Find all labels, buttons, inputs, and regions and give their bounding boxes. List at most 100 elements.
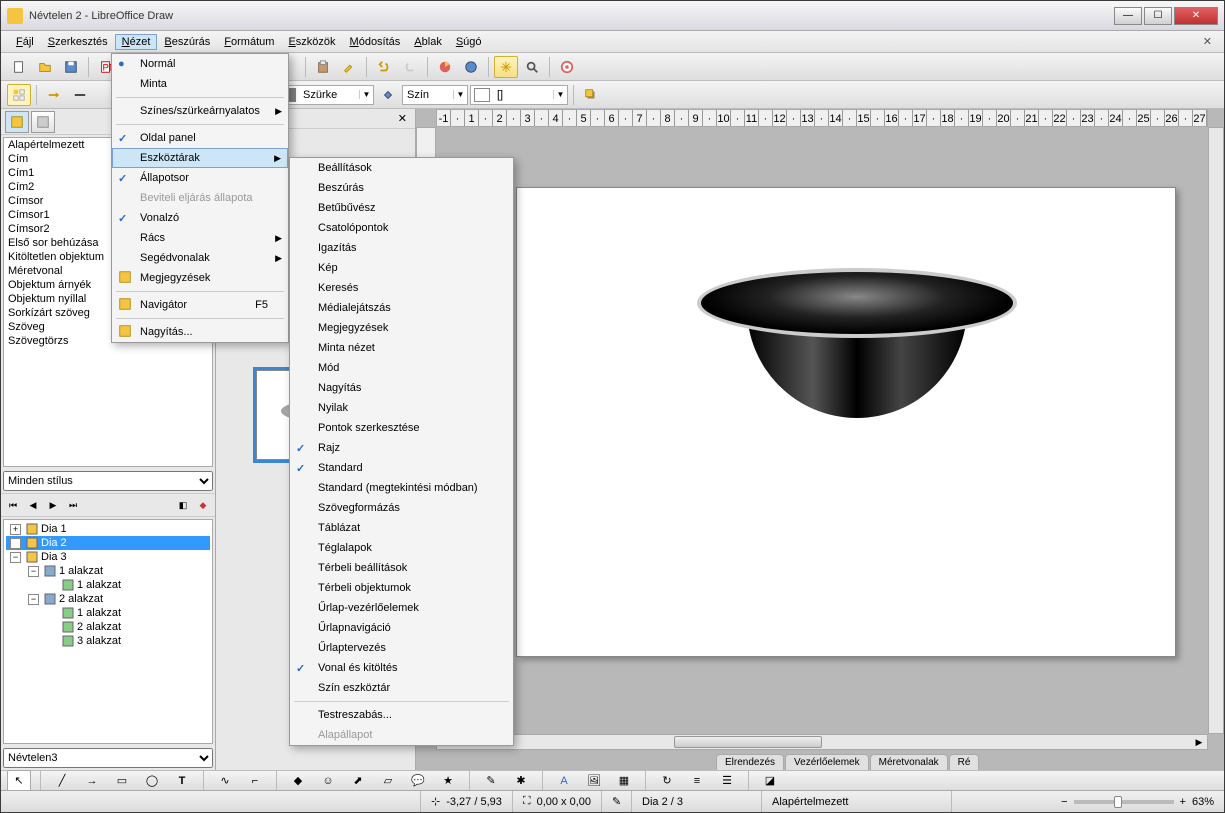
gluepoints-tool[interactable]: ✱: [509, 770, 533, 792]
menu-ablak[interactable]: Ablak: [407, 34, 449, 50]
nav-next-icon[interactable]: ▶: [45, 497, 61, 513]
slides-panel-close-icon[interactable]: ✕: [394, 112, 411, 125]
tree-node[interactable]: −1 alakzat: [6, 564, 210, 578]
zoom-out-icon[interactable]: −: [1061, 796, 1067, 808]
nav-first-icon[interactable]: ⏮: [5, 497, 21, 513]
submenu-item[interactable]: Megjegyzések: [290, 318, 513, 338]
gallery-tool[interactable]: ▦: [612, 770, 636, 792]
expand-icon[interactable]: −: [10, 538, 21, 549]
extrusion-tool[interactable]: ◪: [758, 770, 782, 792]
line-color-select[interactable]: Szürke ▼: [276, 85, 374, 105]
nav-drag-icon[interactable]: ◧: [175, 497, 191, 513]
layer-tab[interactable]: Elrendezés: [716, 754, 784, 770]
submenu-item[interactable]: Szövegformázás: [290, 498, 513, 518]
submenu-item[interactable]: Médialejátszás: [290, 298, 513, 318]
block-arrows-tool[interactable]: ⬈: [346, 770, 370, 792]
submenu-item[interactable]: Beállítások: [290, 158, 513, 178]
menu-item[interactable]: Nagyítás...: [112, 322, 288, 342]
tree-node[interactable]: 1 alakzat: [6, 606, 210, 620]
curve-tool[interactable]: ∿: [213, 770, 237, 792]
undo-button[interactable]: [372, 56, 396, 78]
basic-shapes-tool[interactable]: ◆: [286, 770, 310, 792]
stars-tool[interactable]: ★: [436, 770, 460, 792]
help-button[interactable]: [555, 56, 579, 78]
rectangle-tool[interactable]: ▭: [110, 770, 134, 792]
menu-szerkesztés[interactable]: Szerkesztés: [41, 34, 115, 50]
style-filter-select[interactable]: Minden stílus: [3, 471, 213, 491]
menu-item[interactable]: ✓Állapotsor: [112, 168, 288, 188]
submenu-item[interactable]: Téglalapok: [290, 538, 513, 558]
menu-beszúrás[interactable]: Beszúrás: [157, 34, 217, 50]
line-tool[interactable]: ╱: [50, 770, 74, 792]
submenu-item[interactable]: Nagyítás: [290, 378, 513, 398]
menu-item[interactable]: Minta: [112, 74, 288, 94]
submenu-item[interactable]: Testreszabás...: [290, 705, 513, 725]
submenu-item[interactable]: Térbeli beállítások: [290, 558, 513, 578]
align-tool[interactable]: ≡: [685, 770, 709, 792]
submenu-item[interactable]: Minta nézet: [290, 338, 513, 358]
shadow-button[interactable]: [579, 84, 603, 106]
expand-icon[interactable]: +: [10, 524, 21, 535]
submenu-item[interactable]: Szín eszköztár: [290, 678, 513, 698]
expand-icon[interactable]: −: [28, 566, 39, 577]
open-button[interactable]: [33, 56, 57, 78]
menu-item[interactable]: NavigátorF5: [112, 295, 288, 315]
format-paintbrush-button[interactable]: [337, 56, 361, 78]
tree-node[interactable]: −2 alakzat: [6, 592, 210, 606]
submenu-item[interactable]: Mód: [290, 358, 513, 378]
submenu-item[interactable]: Kép: [290, 258, 513, 278]
gallery-tab[interactable]: [31, 111, 55, 133]
maximize-button[interactable]: ☐: [1144, 7, 1172, 25]
menubar-close-icon[interactable]: ✕: [1199, 35, 1216, 48]
points-tool[interactable]: ✎: [479, 770, 503, 792]
zoom-slider[interactable]: [1074, 800, 1174, 804]
menu-fájl[interactable]: Fájl: [9, 34, 41, 50]
submenu-item[interactable]: Igazítás: [290, 238, 513, 258]
submenu-item[interactable]: ✓Standard: [290, 458, 513, 478]
submenu-item[interactable]: ✓Vonal és kitöltés: [290, 658, 513, 678]
submenu-item[interactable]: Betűbűvész: [290, 198, 513, 218]
menu-item[interactable]: Megjegyzések: [112, 268, 288, 288]
submenu-item[interactable]: Űrlapnavigáció: [290, 618, 513, 638]
submenu-item[interactable]: Beszúrás: [290, 178, 513, 198]
menu-formátum[interactable]: Formátum: [217, 34, 281, 50]
menu-módosítás[interactable]: Módosítás: [343, 34, 408, 50]
flowchart-tool[interactable]: ▱: [376, 770, 400, 792]
nav-last-icon[interactable]: ⏭: [65, 497, 81, 513]
tree-node[interactable]: −Dia 3: [6, 550, 210, 564]
submenu-item[interactable]: Keresés: [290, 278, 513, 298]
submenu-item[interactable]: Űrlaptervezés: [290, 638, 513, 658]
symbol-shapes-tool[interactable]: ☺: [316, 770, 340, 792]
menu-item[interactable]: ✓Oldal panel: [112, 128, 288, 148]
tree-node[interactable]: 1 alakzat: [6, 578, 210, 592]
ellipse-tool[interactable]: ◯: [140, 770, 164, 792]
submenu-item[interactable]: Nyilak: [290, 398, 513, 418]
submenu-item[interactable]: Űrlap-vezérlőelemek: [290, 598, 513, 618]
save-button[interactable]: [59, 56, 83, 78]
submenu-item[interactable]: Táblázat: [290, 518, 513, 538]
fill-color-select[interactable]: [] ▼: [470, 85, 568, 105]
layer-tab[interactable]: Ré: [949, 754, 980, 770]
layout-button[interactable]: [7, 84, 31, 106]
tree-node[interactable]: 3 alakzat: [6, 634, 210, 648]
submenu-item[interactable]: Térbeli objektumok: [290, 578, 513, 598]
horizontal-scrollbar[interactable]: ◀▶: [436, 734, 1208, 750]
hyperlink-button[interactable]: [459, 56, 483, 78]
menu-nézet[interactable]: Nézet: [115, 34, 158, 50]
text-tool[interactable]: T: [170, 770, 194, 792]
arrange-tool[interactable]: ☰: [715, 770, 739, 792]
tree-node[interactable]: +Dia 1: [6, 522, 210, 536]
zoom-value[interactable]: 63%: [1192, 796, 1214, 808]
redo-button[interactable]: [398, 56, 422, 78]
canvas[interactable]: [436, 127, 1208, 734]
vertical-scrollbar[interactable]: [1208, 127, 1224, 734]
knob-shape[interactable]: [687, 268, 1027, 438]
close-button[interactable]: ✕: [1174, 7, 1218, 25]
titlebar[interactable]: Névtelen 2 - LibreOffice Draw — ☐ ✕: [1, 1, 1224, 31]
menu-item[interactable]: ✓Vonalzó: [112, 208, 288, 228]
layer-tab[interactable]: Méretvonalak: [870, 754, 948, 770]
connector-tool[interactable]: ⌐: [243, 770, 267, 792]
layer-tab[interactable]: Vezérlőelemek: [785, 754, 869, 770]
minimize-button[interactable]: —: [1114, 7, 1142, 25]
line-style-button[interactable]: [68, 84, 92, 106]
